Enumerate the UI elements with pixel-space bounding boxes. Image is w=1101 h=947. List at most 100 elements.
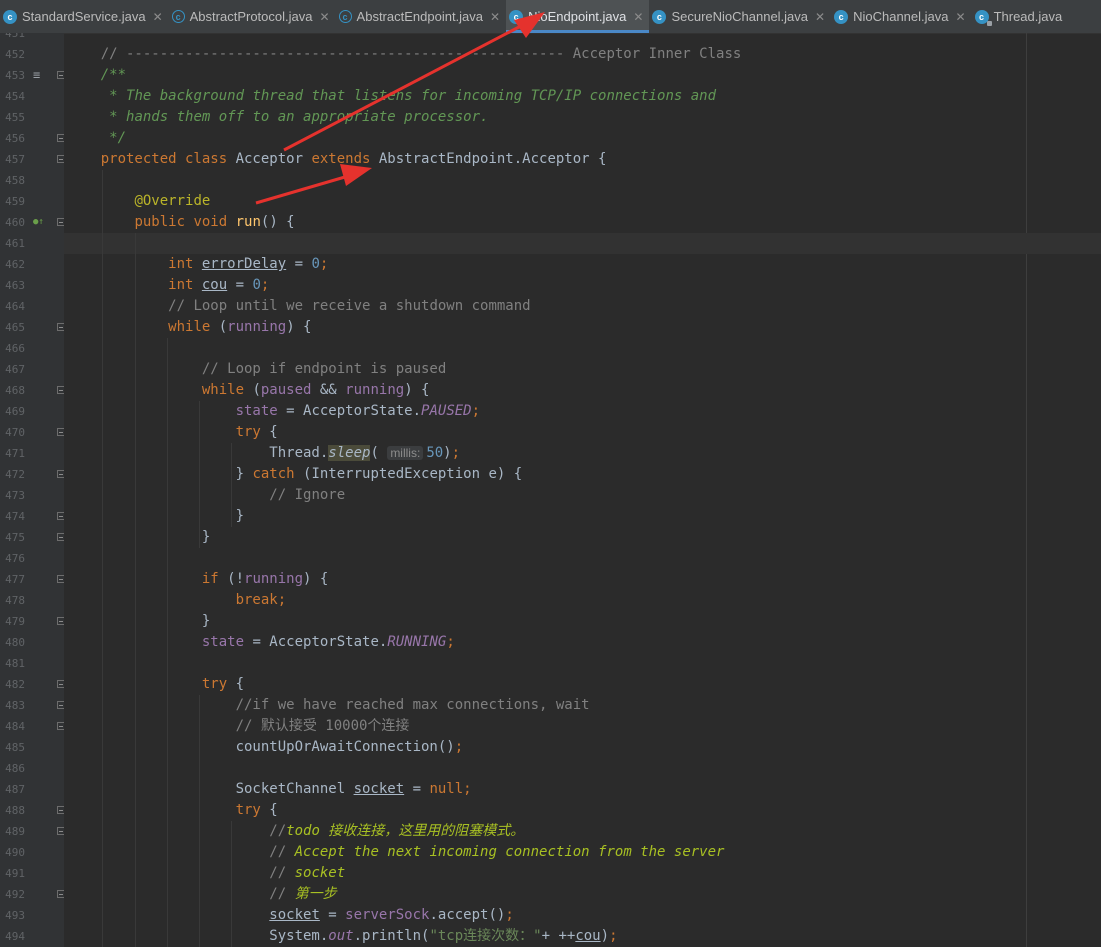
code-line[interactable]: // Loop if endpoint is paused [64, 359, 1101, 380]
fold-marker-icon[interactable] [57, 827, 64, 835]
code-token: } [67, 466, 253, 482]
fold-marker-icon[interactable] [57, 155, 64, 163]
code-line[interactable] [64, 33, 1101, 44]
code-line[interactable]: int cou = 0; [64, 275, 1101, 296]
gutter-line: 481 [0, 653, 64, 674]
code-line[interactable] [64, 233, 1101, 254]
close-icon[interactable]: ✕ [633, 10, 643, 24]
fold-marker-icon[interactable] [57, 722, 64, 730]
fold-marker-icon[interactable] [57, 470, 64, 478]
tab-secureniochannel[interactable]: c SecureNioChannel.java ✕ [649, 0, 831, 33]
fold-marker-icon[interactable] [57, 680, 64, 688]
tab-niochannel[interactable]: c NioChannel.java ✕ [831, 0, 971, 33]
code-token: + ++ [541, 928, 576, 944]
close-icon[interactable]: ✕ [815, 10, 825, 24]
fold-marker-icon[interactable] [57, 134, 64, 142]
code-line[interactable]: // 默认接受 10000个连接 [64, 716, 1101, 737]
gutter-line: 468 [0, 380, 64, 401]
close-icon[interactable]: ✕ [153, 10, 163, 24]
code-line[interactable]: try { [64, 674, 1101, 695]
code-line[interactable]: public void run() { [64, 212, 1101, 233]
code-line[interactable] [64, 548, 1101, 569]
fold-marker-icon[interactable] [57, 533, 64, 541]
gutter-line: 471 [0, 443, 64, 464]
override-icon[interactable]: ●↑ [33, 215, 44, 229]
fold-marker-icon[interactable] [57, 617, 64, 625]
fold-marker-icon[interactable] [57, 428, 64, 436]
code-line[interactable]: } [64, 527, 1101, 548]
code-line[interactable]: try { [64, 422, 1101, 443]
line-number: 476 [5, 552, 25, 565]
code-line[interactable]: @Override [64, 191, 1101, 212]
code-token: socket [269, 907, 320, 923]
close-icon[interactable]: ✕ [490, 10, 500, 24]
fold-marker-icon[interactable] [57, 218, 64, 226]
tab-thread[interactable]: c Thread.java [972, 0, 1063, 33]
close-icon[interactable]: ✕ [956, 10, 966, 24]
code-line[interactable] [64, 338, 1101, 359]
tab-abstractprotocol[interactable]: c AbstractProtocol.java ✕ [169, 0, 336, 33]
tab-label: Thread.java [993, 9, 1063, 24]
code-token: try [235, 802, 270, 818]
code-line[interactable]: while (paused && running) { [64, 380, 1101, 401]
class-icon: c [509, 9, 524, 24]
code-line[interactable]: // socket [64, 863, 1101, 884]
code-line[interactable]: * The background thread that listens for… [64, 86, 1101, 107]
fold-marker-icon[interactable] [57, 323, 64, 331]
code-line[interactable]: countUpOrAwaitConnection(); [64, 737, 1101, 758]
code-line[interactable]: while (running) { [64, 317, 1101, 338]
code-line[interactable]: int errorDelay = 0; [64, 254, 1101, 275]
code-line[interactable]: /** [64, 65, 1101, 86]
code-line[interactable]: */ [64, 128, 1101, 149]
code-line[interactable]: SocketChannel socket = null; [64, 779, 1101, 800]
code-token: cou [575, 928, 601, 944]
code-line[interactable]: // -------------------------------------… [64, 44, 1101, 65]
code-line[interactable]: * hands them off to an appropriate proce… [64, 107, 1101, 128]
indent-guide [231, 821, 233, 947]
code-line[interactable] [64, 653, 1101, 674]
code-editor[interactable]: // -------------------------------------… [64, 33, 1101, 947]
line-number: 458 [5, 174, 25, 187]
fold-marker-icon[interactable] [57, 386, 64, 394]
code-line[interactable]: protected class Acceptor extends Abstrac… [64, 149, 1101, 170]
fold-marker-icon[interactable] [57, 512, 64, 520]
code-line[interactable]: state = AcceptorState.RUNNING; [64, 632, 1101, 653]
tab-nioendpoint[interactable]: c NioEndpoint.java ✕ [506, 0, 650, 33]
tab-abstractendpoint[interactable]: c AbstractEndpoint.java ✕ [336, 0, 507, 33]
code-line[interactable]: // 第一步 [64, 884, 1101, 905]
close-icon[interactable]: ✕ [319, 10, 329, 24]
gutter-line: 455 [0, 107, 64, 128]
fold-marker-icon[interactable] [57, 806, 64, 814]
fold-marker-icon[interactable] [57, 575, 64, 583]
code-line[interactable]: break; [64, 590, 1101, 611]
line-number: 462 [5, 258, 25, 271]
code-token: catch [252, 466, 304, 482]
tab-label: StandardService.java [22, 9, 146, 24]
code-line[interactable]: System.out.println("tcp连接次数："+ ++cou); [64, 926, 1101, 947]
fold-marker-icon[interactable] [57, 701, 64, 709]
code-line[interactable]: if (!running) { [64, 569, 1101, 590]
code-line[interactable]: state = AcceptorState.PAUSED; [64, 401, 1101, 422]
fold-marker-icon[interactable] [57, 71, 64, 79]
tab-standardservice[interactable]: c StandardService.java ✕ [0, 0, 169, 33]
code-line[interactable]: } [64, 611, 1101, 632]
code-line[interactable]: try { [64, 800, 1101, 821]
code-line[interactable]: // Accept the next incoming connection f… [64, 842, 1101, 863]
code-line[interactable]: //if we have reached max connections, wa… [64, 695, 1101, 716]
code-line[interactable]: //todo 接收连接，这里用的阻塞模式。 [64, 821, 1101, 842]
code-line[interactable]: // Ignore [64, 485, 1101, 506]
doc-icon[interactable]: ≡ [33, 68, 40, 82]
code-line[interactable] [64, 170, 1101, 191]
code-line[interactable] [64, 758, 1101, 779]
tab-label: NioEndpoint.java [528, 9, 627, 24]
code-line[interactable]: } catch (InterruptedException e) { [64, 464, 1101, 485]
code-line[interactable]: Thread.sleep( millis: 50); [64, 443, 1101, 464]
code-line[interactable]: socket = serverSock.accept(); [64, 905, 1101, 926]
code-line[interactable]: } [64, 506, 1101, 527]
fold-marker-icon[interactable] [57, 890, 64, 898]
code-line[interactable]: // Loop until we receive a shutdown comm… [64, 296, 1101, 317]
